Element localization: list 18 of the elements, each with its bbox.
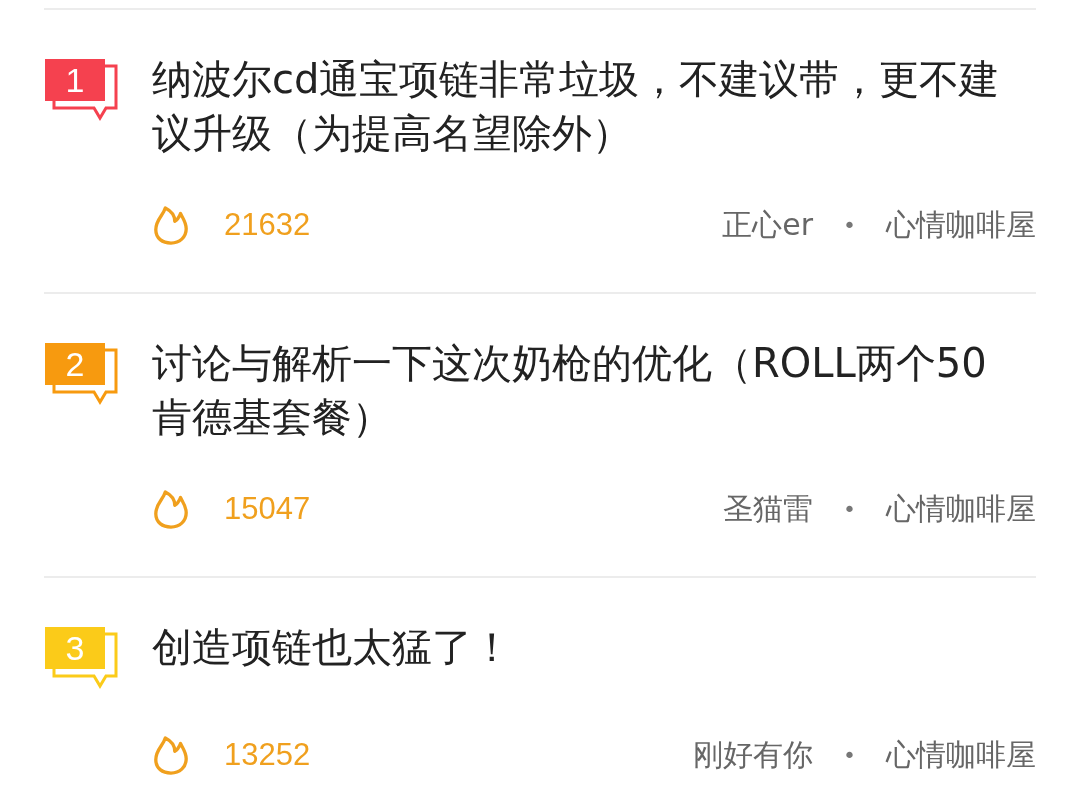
flame-icon [152,488,190,530]
post-title[interactable]: 创造项链也太猛了！ [152,620,1022,674]
board-name[interactable]: 心情咖啡屋 [886,488,1036,530]
board-name[interactable]: 心情咖啡屋 [886,734,1036,776]
author-name[interactable]: 圣猫雷 [723,488,813,530]
flame-icon [152,734,190,776]
post-title[interactable]: 纳波尔cd通宝项链非常垃圾，不建议带，更不建议升级（为提高名望除外） [152,52,1022,160]
heat-count: 15047 [224,491,311,527]
author-name[interactable]: 刚好有你 [693,734,813,776]
board-name[interactable]: 心情咖啡屋 [886,204,1036,246]
separator-dot: • [843,212,856,238]
heat-count: 21632 [224,207,311,243]
author-name[interactable]: 正心er [722,204,813,246]
separator-dot: • [843,742,856,768]
post-title[interactable]: 讨论与解析一下这次奶枪的优化（ROLL两个50肯德基套餐） [152,336,1022,444]
flame-icon [152,204,190,246]
separator-dot: • [843,496,856,522]
heat-count: 13252 [224,737,311,773]
